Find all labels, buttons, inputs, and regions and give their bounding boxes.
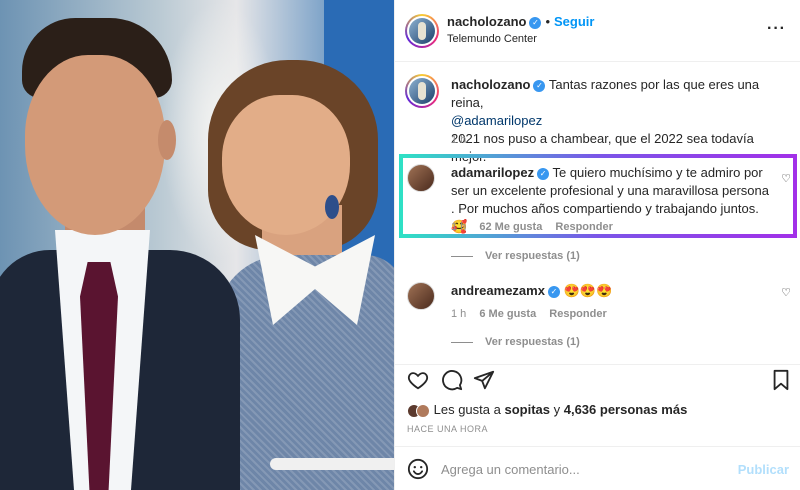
comment-username[interactable]: adamarilopez bbox=[451, 165, 534, 180]
caption: nacholozano ✓ Tantas razones por las que … bbox=[395, 72, 800, 164]
verified-icon: ✓ bbox=[533, 79, 546, 92]
liker-avatar[interactable] bbox=[416, 403, 430, 418]
add-comment-bar: Agrega un comentario... Publicar bbox=[395, 446, 800, 490]
share-icon[interactable] bbox=[473, 369, 495, 391]
post-side-panel: nacholozano ✓ • Seguir Telemundo Center ···… bbox=[394, 0, 800, 490]
like-heart-icon[interactable] bbox=[407, 369, 429, 391]
comment-item: andreamezamx ✓ 😍😍😍 1 h 6 Me gusta Respond… bbox=[395, 280, 800, 330]
comment-text: 😍😍😍 bbox=[563, 283, 613, 298]
comment-input[interactable]: Agrega un comentario... bbox=[441, 462, 580, 477]
reply-button[interactable]: Responder bbox=[555, 221, 612, 233]
comment-item: adamarilopez ✓ Te quiero muchísimo y te a… bbox=[395, 160, 800, 238]
reply-button[interactable]: Responder bbox=[549, 308, 606, 320]
author-avatar[interactable] bbox=[405, 14, 439, 48]
author-username[interactable]: nacholozano bbox=[447, 14, 526, 29]
post-header: nacholozano ✓ • Seguir Telemundo Center ··· bbox=[395, 0, 800, 62]
liker-username[interactable]: sopitas bbox=[504, 402, 550, 417]
caption-username[interactable]: nacholozano bbox=[451, 77, 530, 92]
verified-icon: ✓ bbox=[537, 167, 550, 180]
comment-likes[interactable]: 6 Me gusta bbox=[479, 308, 536, 320]
likes-conj: y bbox=[553, 402, 561, 417]
comment-icon[interactable] bbox=[441, 369, 463, 391]
caption-time: 1 h bbox=[451, 134, 467, 146]
view-replies-button[interactable]: Ver respuestas (1) bbox=[451, 250, 580, 262]
commenter-avatar[interactable] bbox=[407, 164, 435, 192]
bookmark-icon[interactable] bbox=[771, 369, 791, 391]
heart-icon[interactable]: ♡ bbox=[781, 172, 791, 185]
follow-button[interactable]: Seguir bbox=[554, 14, 594, 29]
verified-icon: ✓ bbox=[547, 285, 560, 298]
likes-summary: Les gusta a sopitas y 4,636 personas más bbox=[407, 402, 687, 418]
more-icon[interactable]: ··· bbox=[767, 20, 786, 38]
comment-time: 1 h bbox=[451, 221, 467, 233]
verified-icon: ✓ bbox=[529, 16, 542, 29]
action-bar bbox=[395, 364, 800, 394]
post-timestamp: HACE UNA HORA bbox=[407, 424, 489, 434]
comment-likes[interactable]: 62 Me gusta bbox=[479, 221, 542, 233]
comment-time: 1 h bbox=[451, 308, 467, 320]
location-link[interactable]: Telemundo Center bbox=[447, 33, 594, 45]
likes-prefix: Les gusta a bbox=[433, 402, 501, 417]
post-photo bbox=[0, 0, 394, 490]
commenter-avatar[interactable] bbox=[407, 282, 435, 310]
caption-mention[interactable]: @adamarilopez bbox=[451, 113, 542, 128]
publish-button[interactable]: Publicar bbox=[738, 462, 789, 477]
comment-username[interactable]: andreamezamx bbox=[451, 283, 545, 298]
emoji-icon[interactable] bbox=[407, 458, 429, 480]
caption-avatar[interactable] bbox=[405, 74, 439, 108]
view-replies-button[interactable]: Ver respuestas (1) bbox=[451, 336, 580, 348]
likes-count[interactable]: 4,636 personas más bbox=[564, 402, 688, 417]
heart-icon[interactable]: ♡ bbox=[781, 286, 791, 299]
